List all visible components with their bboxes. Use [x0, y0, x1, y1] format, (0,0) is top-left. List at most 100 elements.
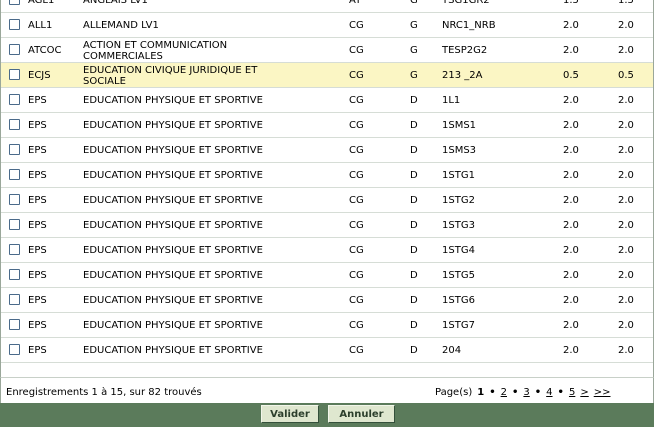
row-code: EPS	[28, 320, 47, 331]
row-value-2: 2.0	[618, 345, 634, 356]
row-value-1: 2.0	[563, 320, 579, 331]
row-code: EPS	[28, 245, 47, 256]
row-value-2: 2.0	[618, 45, 634, 56]
row-value-2: 2.0	[618, 170, 634, 181]
row-code: EPS	[28, 220, 47, 231]
row-value-1: 2.0	[563, 245, 579, 256]
row-gd: G	[410, 70, 418, 81]
validate-button[interactable]: Valider	[261, 405, 319, 423]
row-value-2: 2.0	[618, 220, 634, 231]
row-value-1: 2.0	[563, 345, 579, 356]
row-group: TSG1GR2	[442, 0, 490, 6]
row-group: 213 _2A	[442, 70, 483, 81]
table-row[interactable]: EPS EDUCATION PHYSIQUE ET SPORTIVE CG D 1SMS…	[1, 113, 653, 138]
row-label: EDUCATION PHYSIQUE ET SPORTIVE	[83, 170, 263, 181]
row-value-1: 2.0	[563, 195, 579, 206]
row-code: EPS	[28, 95, 47, 106]
row-type: CG	[349, 20, 364, 31]
row-label: EDUCATION PHYSIQUE ET SPORTIVE	[83, 95, 263, 106]
row-label: EDUCATION PHYSIQUE ET SPORTIVE	[83, 120, 263, 131]
row-gd: D	[410, 295, 418, 306]
page-separator: •	[557, 387, 564, 398]
row-checkbox[interactable]	[9, 344, 20, 355]
row-value-1: 2.0	[563, 95, 579, 106]
row-label: EDUCATION PHYSIQUE ET SPORTIVE	[83, 270, 263, 281]
row-checkbox[interactable]	[9, 0, 20, 5]
row-code: ATCOC	[28, 45, 62, 56]
table-row[interactable]: EPS EDUCATION PHYSIQUE ET SPORTIVE CG D 1STG…	[1, 288, 653, 313]
row-checkbox[interactable]	[9, 69, 20, 80]
row-value-1: 2.0	[563, 170, 579, 181]
page-link-4[interactable]: 4	[546, 387, 552, 398]
table-row[interactable]: EPS EDUCATION PHYSIQUE ET SPORTIVE CG D 1SMS…	[1, 138, 653, 163]
table-row[interactable]: ALL1 ALLEMAND LV1 CG G NRC1_NRB 2.0 2.0	[1, 13, 653, 38]
row-group: 1SMS1	[442, 120, 477, 131]
page-link-5[interactable]: 5	[569, 387, 575, 398]
page-separator: •	[511, 387, 519, 398]
row-type: CG	[349, 195, 364, 206]
next-page-link[interactable]: >	[580, 387, 588, 398]
row-checkbox[interactable]	[9, 119, 20, 130]
page-link-3[interactable]: 3	[523, 387, 529, 398]
table-row[interactable]: EPS EDUCATION PHYSIQUE ET SPORTIVE CG D 1STG…	[1, 263, 653, 288]
row-label: EDUCATION PHYSIQUE ET SPORTIVE	[83, 220, 263, 231]
row-value-2: 0.5	[618, 70, 634, 81]
row-value-1: 2.0	[563, 120, 579, 131]
row-group: 1SMS3	[442, 145, 477, 156]
cancel-button[interactable]: Annuler	[328, 405, 395, 423]
current-page: 1	[477, 387, 485, 398]
row-gd: D	[410, 120, 418, 131]
row-checkbox[interactable]	[9, 94, 20, 105]
row-gd: G	[410, 45, 418, 56]
table-row[interactable]: EPS EDUCATION PHYSIQUE ET SPORTIVE CG D 1STG…	[1, 313, 653, 338]
row-type: CG	[349, 95, 364, 106]
row-group: 1STG5	[442, 270, 475, 281]
table-row[interactable]: EPS EDUCATION PHYSIQUE ET SPORTIVE CG D 204 2…	[1, 338, 653, 363]
row-code: AGL1	[28, 0, 55, 6]
row-checkbox[interactable]	[9, 269, 20, 280]
table-row[interactable]: EPS EDUCATION PHYSIQUE ET SPORTIVE CG D 1STG…	[1, 238, 653, 263]
row-code: ALL1	[28, 20, 53, 31]
row-checkbox[interactable]	[9, 219, 20, 230]
table-row[interactable]: EPS EDUCATION PHYSIQUE ET SPORTIVE CG D 1STG…	[1, 188, 653, 213]
row-value-2: 2.0	[618, 145, 634, 156]
row-value-2: 2.0	[618, 20, 634, 31]
record-count: Enregistrements 1 à 15, sur 82 trouvés	[6, 387, 202, 398]
row-value-1: 2.0	[563, 45, 579, 56]
row-type: CG	[349, 70, 364, 81]
pagination: Page(s) 1 • 2 • 3 • 4 • 5 > >>	[435, 387, 615, 398]
row-checkbox[interactable]	[9, 294, 20, 305]
row-gd: D	[410, 145, 418, 156]
row-type: CG	[349, 45, 364, 56]
table-row[interactable]: AGL1 ANGLAIS LV1 AT G TSG1GR2 1.5 1.5	[1, 0, 653, 13]
row-label: EDUCATION PHYSIQUE ET SPORTIVE	[83, 145, 263, 156]
row-checkbox[interactable]	[9, 44, 20, 55]
row-checkbox[interactable]	[9, 19, 20, 30]
row-value-1: 1.5	[563, 0, 579, 6]
row-checkbox[interactable]	[9, 169, 20, 180]
row-gd: D	[410, 345, 418, 356]
table-row[interactable]: EPS EDUCATION PHYSIQUE ET SPORTIVE CG D 1STG…	[1, 213, 653, 238]
row-code: ECJS	[28, 70, 51, 81]
last-page-link[interactable]: >>	[594, 387, 611, 398]
row-type: AT	[349, 0, 362, 6]
row-gd: D	[410, 170, 418, 181]
table-row[interactable]: EPS EDUCATION PHYSIQUE ET SPORTIVE CG D 1STG…	[1, 163, 653, 188]
row-gd: D	[410, 195, 418, 206]
row-type: CG	[349, 120, 364, 131]
row-code: EPS	[28, 120, 47, 131]
page-link-2[interactable]: 2	[501, 387, 507, 398]
row-checkbox[interactable]	[9, 144, 20, 155]
row-checkbox[interactable]	[9, 244, 20, 255]
table-row[interactable]: ECJS EDUCATION CIVIQUE JURIDIQUE ET SOCIA…	[1, 63, 653, 88]
table-row[interactable]: ATCOC ACTION ET COMMUNICATION COMMERCIALE…	[1, 38, 653, 63]
row-gd: D	[410, 95, 418, 106]
row-code: EPS	[28, 170, 47, 181]
row-code: EPS	[28, 145, 47, 156]
row-group: 204	[442, 345, 462, 356]
row-checkbox[interactable]	[9, 194, 20, 205]
row-gd: G	[410, 0, 418, 6]
table-row[interactable]: EPS EDUCATION PHYSIQUE ET SPORTIVE CG D 1L1 2…	[1, 88, 653, 113]
row-checkbox[interactable]	[9, 319, 20, 330]
row-label: ANGLAIS LV1	[83, 0, 148, 6]
